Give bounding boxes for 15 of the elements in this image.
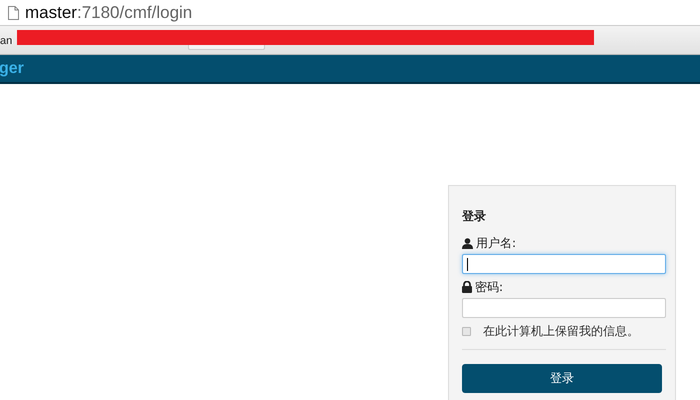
bookmark-button[interactable]: [188, 45, 265, 50]
password-field[interactable]: [462, 298, 666, 318]
lock-icon: [462, 281, 472, 293]
brand-text[interactable]: ger: [0, 60, 24, 78]
remember-label: 在此计算机上保留我的信息。: [483, 322, 639, 340]
page-icon: [8, 6, 19, 20]
url-text: master:7180/cmf/login: [25, 2, 192, 22]
login-button[interactable]: 登录: [462, 364, 662, 393]
username-field[interactable]: [462, 254, 666, 274]
remember-checkbox[interactable]: [462, 326, 471, 336]
password-label: 密码:: [475, 278, 504, 296]
bookmark-item[interactable]: an: [0, 26, 17, 47]
user-icon: [462, 238, 473, 248]
username-label: 用户名:: [476, 234, 516, 252]
login-title: 登录: [462, 208, 487, 225]
